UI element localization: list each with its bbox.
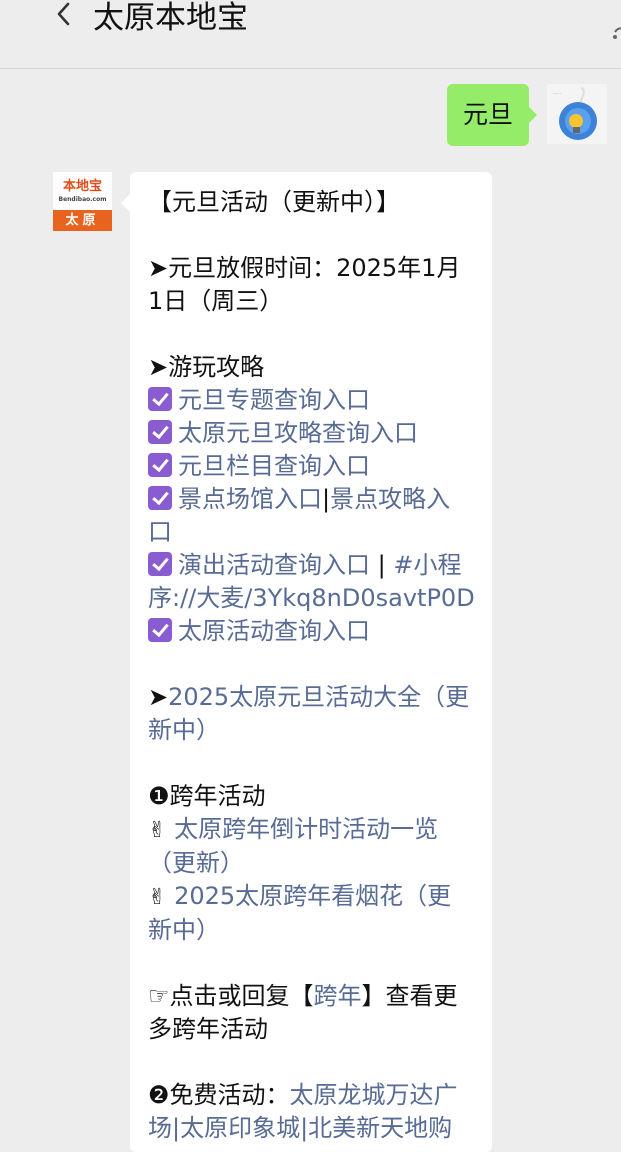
link-yuandan-column[interactable]: 元旦栏目查询入口	[178, 452, 370, 480]
link-line: 元旦栏目查询入口	[148, 450, 478, 483]
separator: |	[322, 485, 331, 513]
incoming-message-bubble: 【元旦活动（更新中）】 ➤元旦放假时间：2025年1月 1日（周三） ➤游玩攻略…	[121, 172, 492, 1152]
checkbox-icon	[148, 387, 172, 411]
free-activities: ❷免费活动：太原龙城万达广	[148, 1079, 478, 1112]
back-arrow-icon[interactable]	[52, 0, 78, 30]
link-countdown[interactable]: 太原跨年倒计时活动一览	[174, 815, 438, 843]
link-shows[interactable]: 演出活动查询入口	[178, 551, 370, 579]
svg-text:……: ……	[553, 90, 561, 95]
link-line: 元旦专题查询入口	[148, 384, 478, 417]
link-line: 演出活动查询入口 | #小程	[148, 549, 478, 582]
link-yuandan-topic[interactable]: 元旦专题查询入口	[178, 386, 370, 414]
checkbox-icon	[148, 552, 172, 576]
kuanian-line: ✌ 2025太原跨年看烟花（更	[148, 880, 478, 914]
message-heading: 【元旦活动（更新中）】	[148, 188, 400, 216]
message-content: 【元旦活动（更新中）】 ➤元旦放假时间：2025年1月 1日（周三） ➤游玩攻略…	[148, 186, 478, 1145]
guide-title: ➤游玩攻略	[148, 353, 265, 381]
kuanian-title: ❶跨年活动	[148, 782, 266, 810]
link-scenic-venues[interactable]: 景点场馆入口	[178, 485, 322, 513]
link-scenic-guide-cont[interactable]: 口	[148, 516, 478, 549]
outgoing-message-bubble[interactable]: 元旦	[447, 84, 537, 146]
holiday-time-label: ➤元旦放假时间：2025年1月	[148, 254, 461, 282]
separator: |	[370, 551, 394, 579]
link-activities[interactable]: 太原活动查询入口	[178, 617, 370, 645]
checkbox-icon	[148, 486, 172, 510]
top-bar: 太原本地宝	[0, 0, 621, 69]
lightbulb-avatar-icon: ……	[547, 84, 607, 144]
link-free-venues-cont[interactable]: 场|太原印象城|北美新天地购	[148, 1112, 478, 1145]
bendibao-logo-domain: Bendibao.com	[58, 196, 107, 203]
link-miniprogram[interactable]: #小程	[393, 551, 461, 579]
outgoing-message-text: 元旦	[462, 100, 513, 129]
more-icon[interactable]	[611, 22, 621, 44]
link-line: 太原活动查询入口	[148, 615, 478, 648]
checkbox-icon	[148, 420, 172, 444]
link-all-activities-cont[interactable]: 新中）	[148, 714, 478, 747]
reply-prefix: ☞点击或回复【	[148, 982, 314, 1010]
link-line: 景点场馆入口|景点攻略入	[148, 483, 478, 516]
link-reply-keyword[interactable]: 跨年	[314, 982, 362, 1010]
holiday-date: 1日（周三）	[148, 287, 284, 315]
link-countdown-cont[interactable]: （更新）	[148, 847, 478, 880]
link-fireworks-cont[interactable]: 新中）	[148, 914, 478, 947]
victory-hand-icon: ✌	[148, 818, 167, 843]
checkbox-icon	[148, 453, 172, 477]
bendibao-logo-text: 本地宝	[53, 172, 112, 210]
link-miniprogram-cont[interactable]: 序://大麦/3Ykq8nD0savtP0D	[148, 582, 478, 615]
reply-suffix: 】查看更	[361, 982, 458, 1010]
link-fireworks[interactable]: 2025太原跨年看烟花（更	[174, 882, 451, 910]
page-title: 太原本地宝	[93, 0, 248, 36]
kuanian-line: ✌ 太原跨年倒计时活动一览	[148, 813, 478, 847]
link-scenic-guide[interactable]: 景点攻略入	[330, 485, 450, 513]
checkbox-icon	[148, 618, 172, 642]
reply-hint-cont: 多跨年活动	[148, 1015, 268, 1043]
bendibao-avatar[interactable]: 本地宝 Bendibao.com 太原	[53, 172, 112, 231]
all-activities-line: ➤2025太原元旦活动大全（更	[148, 681, 478, 714]
victory-hand-icon: ✌	[148, 885, 167, 910]
link-free-venues[interactable]: 太原龙城万达广	[290, 1081, 458, 1109]
link-all-activities[interactable]: 2025太原元旦活动大全（更	[168, 683, 469, 711]
link-taiyuan-guide[interactable]: 太原元旦攻略查询入口	[178, 419, 418, 447]
reply-hint: ☞点击或回复【跨年】查看更	[148, 980, 478, 1013]
my-avatar[interactable]: ……	[547, 84, 607, 144]
bendibao-logo-city: 太原	[53, 210, 112, 231]
link-line: 太原元旦攻略查询入口	[148, 417, 478, 450]
arrow-icon: ➤	[148, 683, 169, 711]
free-title: ❷免费活动：	[148, 1081, 290, 1109]
